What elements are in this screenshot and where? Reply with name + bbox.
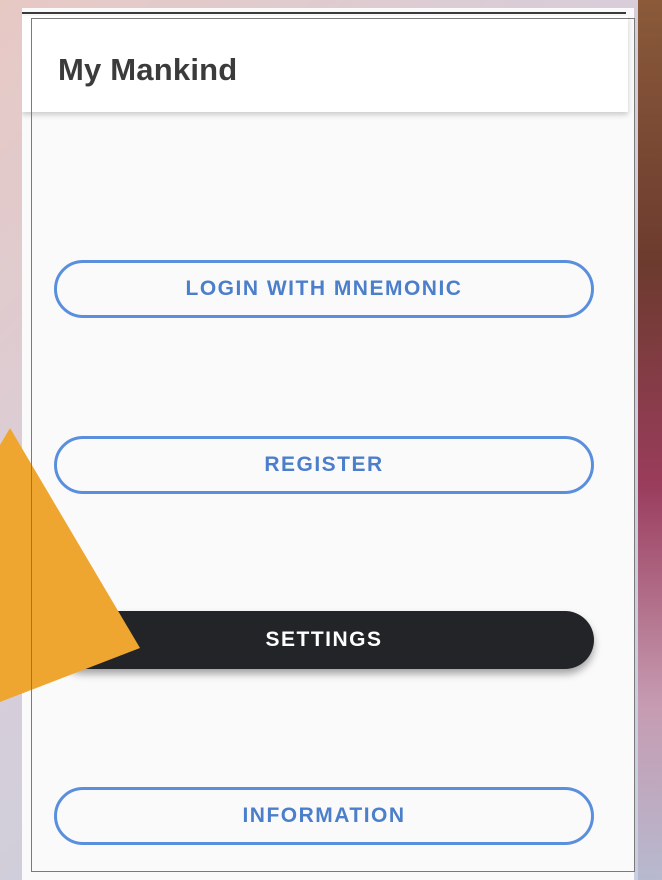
information-button[interactable]: INFORMATION [54,787,594,845]
settings-button[interactable]: SETTINGS [54,611,594,669]
status-line [22,12,626,14]
app-title: My Mankind [58,52,238,87]
register-button[interactable]: REGISTER [54,436,594,494]
app-screen: My Mankind LOGIN WITH MNEMONIC REGISTER … [22,8,634,880]
app-bar: My Mankind [22,16,628,112]
login-with-mnemonic-button[interactable]: LOGIN WITH MNEMONIC [54,260,594,318]
background-edge [638,0,662,880]
